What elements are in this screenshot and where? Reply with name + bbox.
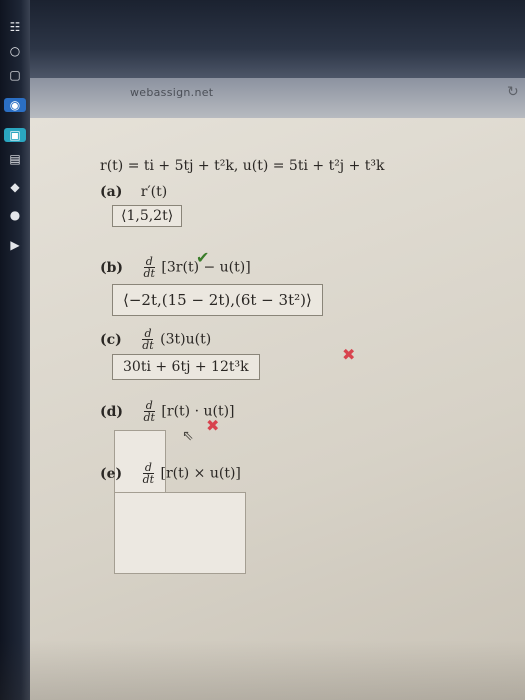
part-a-prompt: (a) r′(t) [100, 184, 167, 200]
part-c-answer-field[interactable]: 30ti + 6tj + 12t³k [112, 354, 260, 380]
derivative-operator: d dt [143, 399, 155, 424]
part-prompt: (3t)u(t) [160, 331, 212, 348]
part-label: (e) [100, 465, 123, 482]
part-label: (a) [100, 184, 123, 200]
dock-app-icon[interactable]: ▢ [4, 68, 26, 82]
address-bar[interactable]: webassign.net [130, 86, 213, 99]
dock-app-icon[interactable]: ◉ [4, 98, 26, 112]
part-b-prompt: (b) d dt [3r(t) − u(t)] [100, 256, 251, 279]
incorrect-icon: ✖ [342, 345, 356, 364]
part-a-answer-field[interactable]: ⟨1,5,2t⟩ [112, 205, 183, 227]
part-label: (c) [100, 331, 122, 348]
device-bezel [0, 0, 525, 88]
part-prompt: [3r(t) − u(t)] [161, 259, 251, 276]
dock-app-icon[interactable]: ☷ [4, 20, 26, 34]
problem-statement: r(t) = ti + 5tj + t²k, u(t) = 5ti + t²j … [100, 158, 385, 174]
part-prompt: [r(t) × u(t)] [160, 465, 241, 482]
part-d-prompt: (d) d dt [r(t) · u(t)] [100, 400, 235, 423]
dock-app-icon[interactable]: ▶ [4, 238, 26, 252]
derivative-operator: d dt [142, 327, 154, 352]
dock-app-icon[interactable]: ▣ [4, 128, 26, 142]
part-prompt: [r(t) · u(t)] [161, 403, 235, 420]
part-label: (b) [100, 259, 124, 276]
part-label: (d) [100, 403, 124, 420]
dock-app-icon[interactable]: ▤ [4, 152, 26, 166]
part-c-prompt: (c) d dt (3t)u(t) [100, 328, 211, 351]
browser-toolbar [0, 78, 525, 118]
part-e-prompt: (e) d dt [r(t) × u(t)] [100, 462, 241, 485]
reload-icon[interactable]: ↻ [507, 84, 519, 100]
part-b-answer-field[interactable]: ⟨−2t,(15 − 2t),(6t − 3t²)⟩ [112, 284, 323, 316]
derivative-operator: d dt [143, 255, 155, 280]
photo-shadow [0, 640, 525, 700]
mouse-cursor-icon: ⇖ [182, 428, 194, 444]
part-e-answer-field[interactable] [114, 492, 246, 574]
dock-app-icon[interactable]: ● [4, 208, 26, 222]
dock-app-icon[interactable]: ◆ [4, 180, 26, 194]
dock-app-icon[interactable]: ○ [4, 44, 26, 58]
part-prompt: r′(t) [140, 184, 168, 200]
dock: ☷ ○ ▢ ◉ ▣ ▤ ◆ ● ▶ [0, 0, 30, 700]
derivative-operator: d dt [142, 461, 155, 486]
